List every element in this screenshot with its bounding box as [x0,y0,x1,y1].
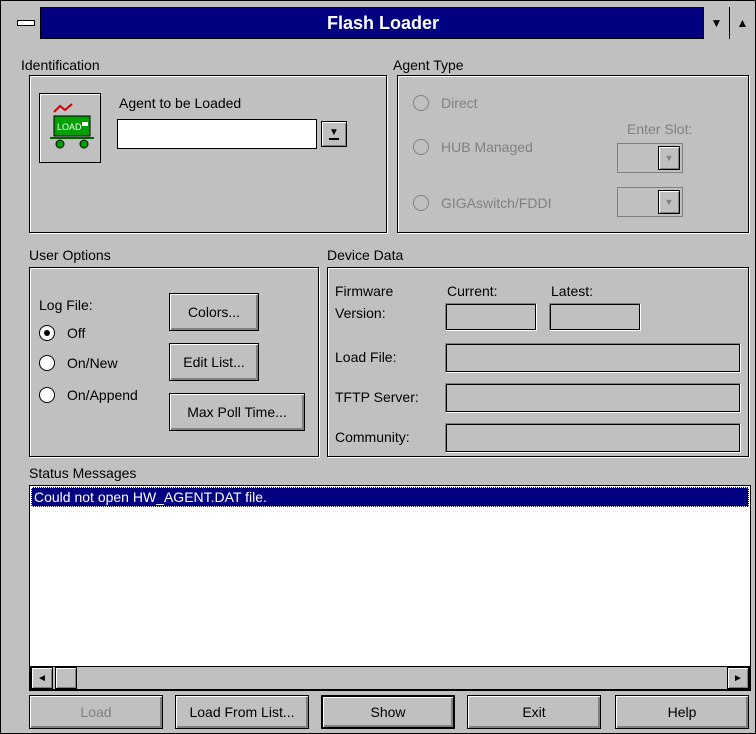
enter-slot-label: Enter Slot: [627,121,693,137]
system-menu-bar-icon [17,20,35,26]
maximize-icon: ▲ [736,16,749,30]
log-on-append-label: On/Append [67,387,138,403]
minimize-icon: ▼ [710,16,723,30]
window-title: Flash Loader [326,13,440,33]
scroll-left-button[interactable]: ◄ [31,667,53,689]
firmware-current-field [445,303,537,331]
tftp-server-label: TFTP Server: [335,389,419,405]
agent-type-direct-radio[interactable] [413,95,429,111]
load-from-list-button[interactable]: Load From List... [175,695,309,729]
load-file-label: Load File: [335,349,397,365]
agent-type-label: Agent Type [393,57,464,73]
hub-slot-select[interactable]: ▼ [617,143,683,173]
agent-to-be-loaded-label: Agent to be Loaded [119,95,242,111]
giga-slot-select[interactable]: ▼ [617,187,683,217]
load-icon-text: LOAD [57,122,82,132]
firmware-label: Firmware [335,283,394,299]
load-file-field [445,343,741,373]
max-poll-time-button[interactable]: Max Poll Time... [169,393,305,431]
user-options-label: User Options [29,247,111,263]
maximize-button[interactable]: ▲ [729,7,755,39]
right-arrow-icon: ► [733,672,743,684]
dropdown-arrow-icon: ▼ [329,127,339,140]
firmware-latest-field [549,303,641,331]
scroll-right-button[interactable]: ► [727,667,749,689]
log-on-new-label: On/New [67,355,118,371]
load-agent-icon: LOAD [39,93,101,163]
version-label: Version: [335,305,386,321]
minimize-button[interactable]: ▼ [703,7,729,39]
left-arrow-icon: ◄ [37,672,47,684]
giga-slot-dropdown-button[interactable]: ▼ [658,190,680,214]
log-off-label: Off [67,325,86,341]
agent-type-direct-label: Direct [441,95,478,111]
horizontal-scrollbar[interactable]: ◄ ► [30,666,750,690]
agent-type-hub-radio[interactable] [413,139,429,155]
agent-dropdown-button[interactable]: ▼ [321,121,347,147]
radio-selected-dot [44,330,50,336]
community-field [445,423,741,453]
show-button[interactable]: Show [321,695,455,729]
colors-button[interactable]: Colors... [169,293,259,331]
tftp-server-field [445,383,741,413]
help-button[interactable]: Help [615,695,749,729]
latest-label: Latest: [551,283,594,299]
log-file-label: Log File: [39,297,93,313]
log-off-radio[interactable] [39,325,55,341]
identification-label: Identification [21,57,100,73]
log-on-append-radio[interactable] [39,387,55,403]
load-button[interactable]: Load [29,695,163,729]
exit-button[interactable]: Exit [467,695,601,729]
dropdown-arrow-icon: ▼ [664,153,674,163]
current-label: Current: [447,283,498,299]
device-data-label: Device Data [327,247,404,263]
status-messages-label: Status Messages [29,465,137,481]
scroll-thumb[interactable] [55,667,77,689]
system-menu-icon[interactable] [11,7,41,39]
edit-list-button[interactable]: Edit List... [169,343,259,381]
community-label: Community: [335,429,410,445]
title-bar[interactable]: Flash Loader ▼ ▲ [11,7,755,39]
agent-select[interactable] [117,119,317,149]
status-message-item[interactable]: Could not open HW_AGENT.DAT file. [31,487,749,507]
agent-type-gigaswitch-label: GIGAswitch/FDDI [441,195,552,211]
dropdown-arrow-icon: ▼ [664,197,674,207]
agent-type-gigaswitch-radio[interactable] [413,195,429,211]
flash-loader-window: Flash Loader ▼ ▲ Identification LOAD Age… [0,0,756,734]
agent-type-hub-label: HUB Managed [441,139,533,155]
hub-slot-dropdown-button[interactable]: ▼ [658,146,680,170]
log-on-new-radio[interactable] [39,355,55,371]
status-messages-list[interactable]: Could not open HW_AGENT.DAT file. ◄ ► [29,485,751,691]
